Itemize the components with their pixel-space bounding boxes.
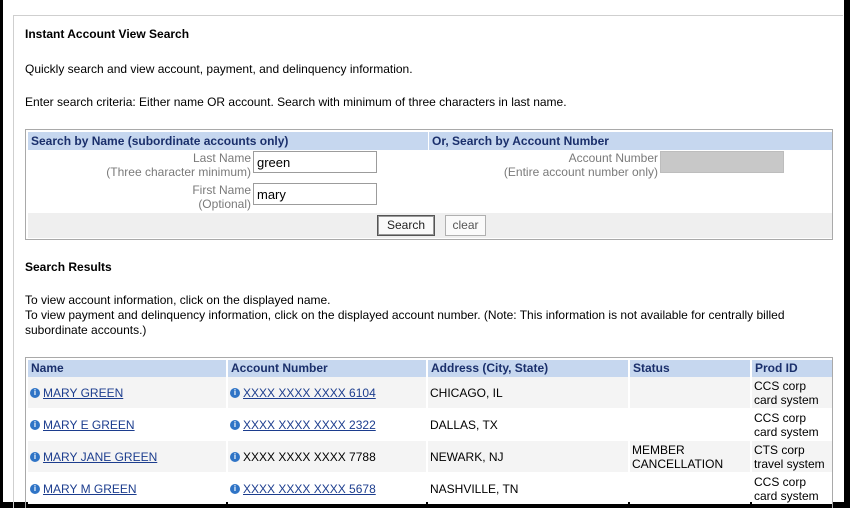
address-cell: CHICAGO, IL: [428, 377, 628, 408]
status-cell: [630, 473, 750, 504]
search-by-name-header: Search by Name (subordinate accounts onl…: [28, 132, 428, 150]
page-description: Quickly search and view account, payment…: [25, 62, 413, 76]
name-cell: i MARY M GREEN: [28, 473, 226, 504]
column-header-address: Address (City, State): [428, 360, 628, 377]
first-name-label: First Name: [192, 183, 251, 197]
column-header-name: Name: [28, 360, 226, 377]
status-cell: [630, 409, 750, 440]
table-row: i MARY E GREEN i XXXX XXXX XXXX 2322 DAL…: [28, 409, 832, 440]
account-name-link[interactable]: MARY M GREEN: [43, 482, 137, 496]
info-icon: i: [230, 419, 240, 430]
account-name-link[interactable]: MARY E GREEN: [43, 418, 135, 432]
results-info-account: To view payment and delinquency informat…: [25, 308, 785, 337]
page-title: Instant Account View Search: [25, 27, 190, 41]
results-title: Search Results: [25, 260, 112, 274]
address-cell: NEWARK, NJ: [428, 441, 628, 472]
prod-id-cell: CCS corp card system: [752, 409, 832, 440]
info-icon: i: [230, 451, 240, 462]
first-name-label-group: First Name (Optional): [56, 183, 251, 211]
info-icon: i: [230, 387, 240, 398]
table-row: i MARY GREEN i XXXX XXXX XXXX 6104 CHICA…: [28, 377, 832, 408]
info-icon: i: [30, 419, 40, 430]
account-number-text: XXXX XXXX XXXX 7788: [243, 449, 376, 464]
info-icon: i: [30, 483, 40, 494]
info-icon: i: [230, 483, 240, 494]
window-frame-right: [844, 0, 850, 508]
account-number-label-group: Account Number (Entire account number on…: [466, 151, 658, 179]
prod-id-cell: CCS corp card system: [752, 377, 832, 408]
account-number-link[interactable]: XXXX XXXX XXXX 5678: [243, 482, 376, 496]
account-number-input[interactable]: [660, 151, 784, 173]
last-name-input[interactable]: [253, 151, 377, 173]
table-row: i MARY M GREEN i XXXX XXXX XXXX 5678 NAS…: [28, 473, 832, 504]
account-cell: i XXXX XXXX XXXX 6104: [228, 377, 426, 408]
column-header-status: Status: [630, 360, 750, 377]
last-name-hint: (Three character minimum): [106, 165, 251, 179]
prod-id-cell: CCS corp card system: [752, 473, 832, 504]
last-name-label-group: Last Name (Three character minimum): [56, 151, 251, 179]
account-cell: i XXXX XXXX XXXX 7788: [228, 441, 426, 472]
criteria-note: Enter search criteria: Either name OR ac…: [25, 95, 567, 109]
account-cell: i XXXX XXXX XXXX 5678: [228, 473, 426, 504]
column-header-prod-id: Prod ID: [752, 360, 832, 377]
table-row: i MARY JANE GREEN i XXXX XXXX XXXX 7788 …: [28, 441, 832, 472]
status-cell: [630, 377, 750, 408]
info-icon: i: [30, 451, 40, 462]
account-name-link[interactable]: MARY GREEN: [43, 386, 123, 400]
account-number-label: Account Number: [568, 151, 658, 165]
name-cell: i MARY GREEN: [28, 377, 226, 408]
last-name-label: Last Name: [192, 151, 251, 165]
window-frame-left: [0, 0, 3, 508]
results-info-name: To view account information, click on th…: [25, 293, 331, 307]
account-number-link[interactable]: XXXX XXXX XXXX 2322: [243, 418, 376, 432]
first-name-hint: (Optional): [198, 197, 251, 211]
address-cell: NASHVILLE, TN: [428, 473, 628, 504]
search-actions: Search clear: [28, 213, 832, 238]
account-name-link[interactable]: MARY JANE GREEN: [43, 450, 157, 464]
status-cell: MEMBER CANCELLATION: [630, 441, 750, 472]
prod-id-cell: CTS corp travel system: [752, 441, 832, 472]
info-icon: i: [30, 387, 40, 398]
account-cell: i XXXX XXXX XXXX 2322: [228, 409, 426, 440]
name-cell: i MARY E GREEN: [28, 409, 226, 440]
first-name-input[interactable]: [253, 183, 377, 205]
name-cell: i MARY JANE GREEN: [28, 441, 226, 472]
column-header-account: Account Number: [228, 360, 426, 377]
search-button[interactable]: Search: [377, 215, 435, 236]
account-number-hint: (Entire account number only): [503, 165, 658, 179]
search-by-account-header: Or, Search by Account Number: [429, 132, 832, 150]
results-table: Name Account Number Address (City, State…: [25, 357, 833, 508]
clear-button[interactable]: clear: [445, 215, 486, 236]
address-cell: DALLAS, TX: [428, 409, 628, 440]
account-number-link[interactable]: XXXX XXXX XXXX 6104: [243, 386, 376, 400]
search-form: Search by Name (subordinate accounts onl…: [25, 129, 833, 240]
